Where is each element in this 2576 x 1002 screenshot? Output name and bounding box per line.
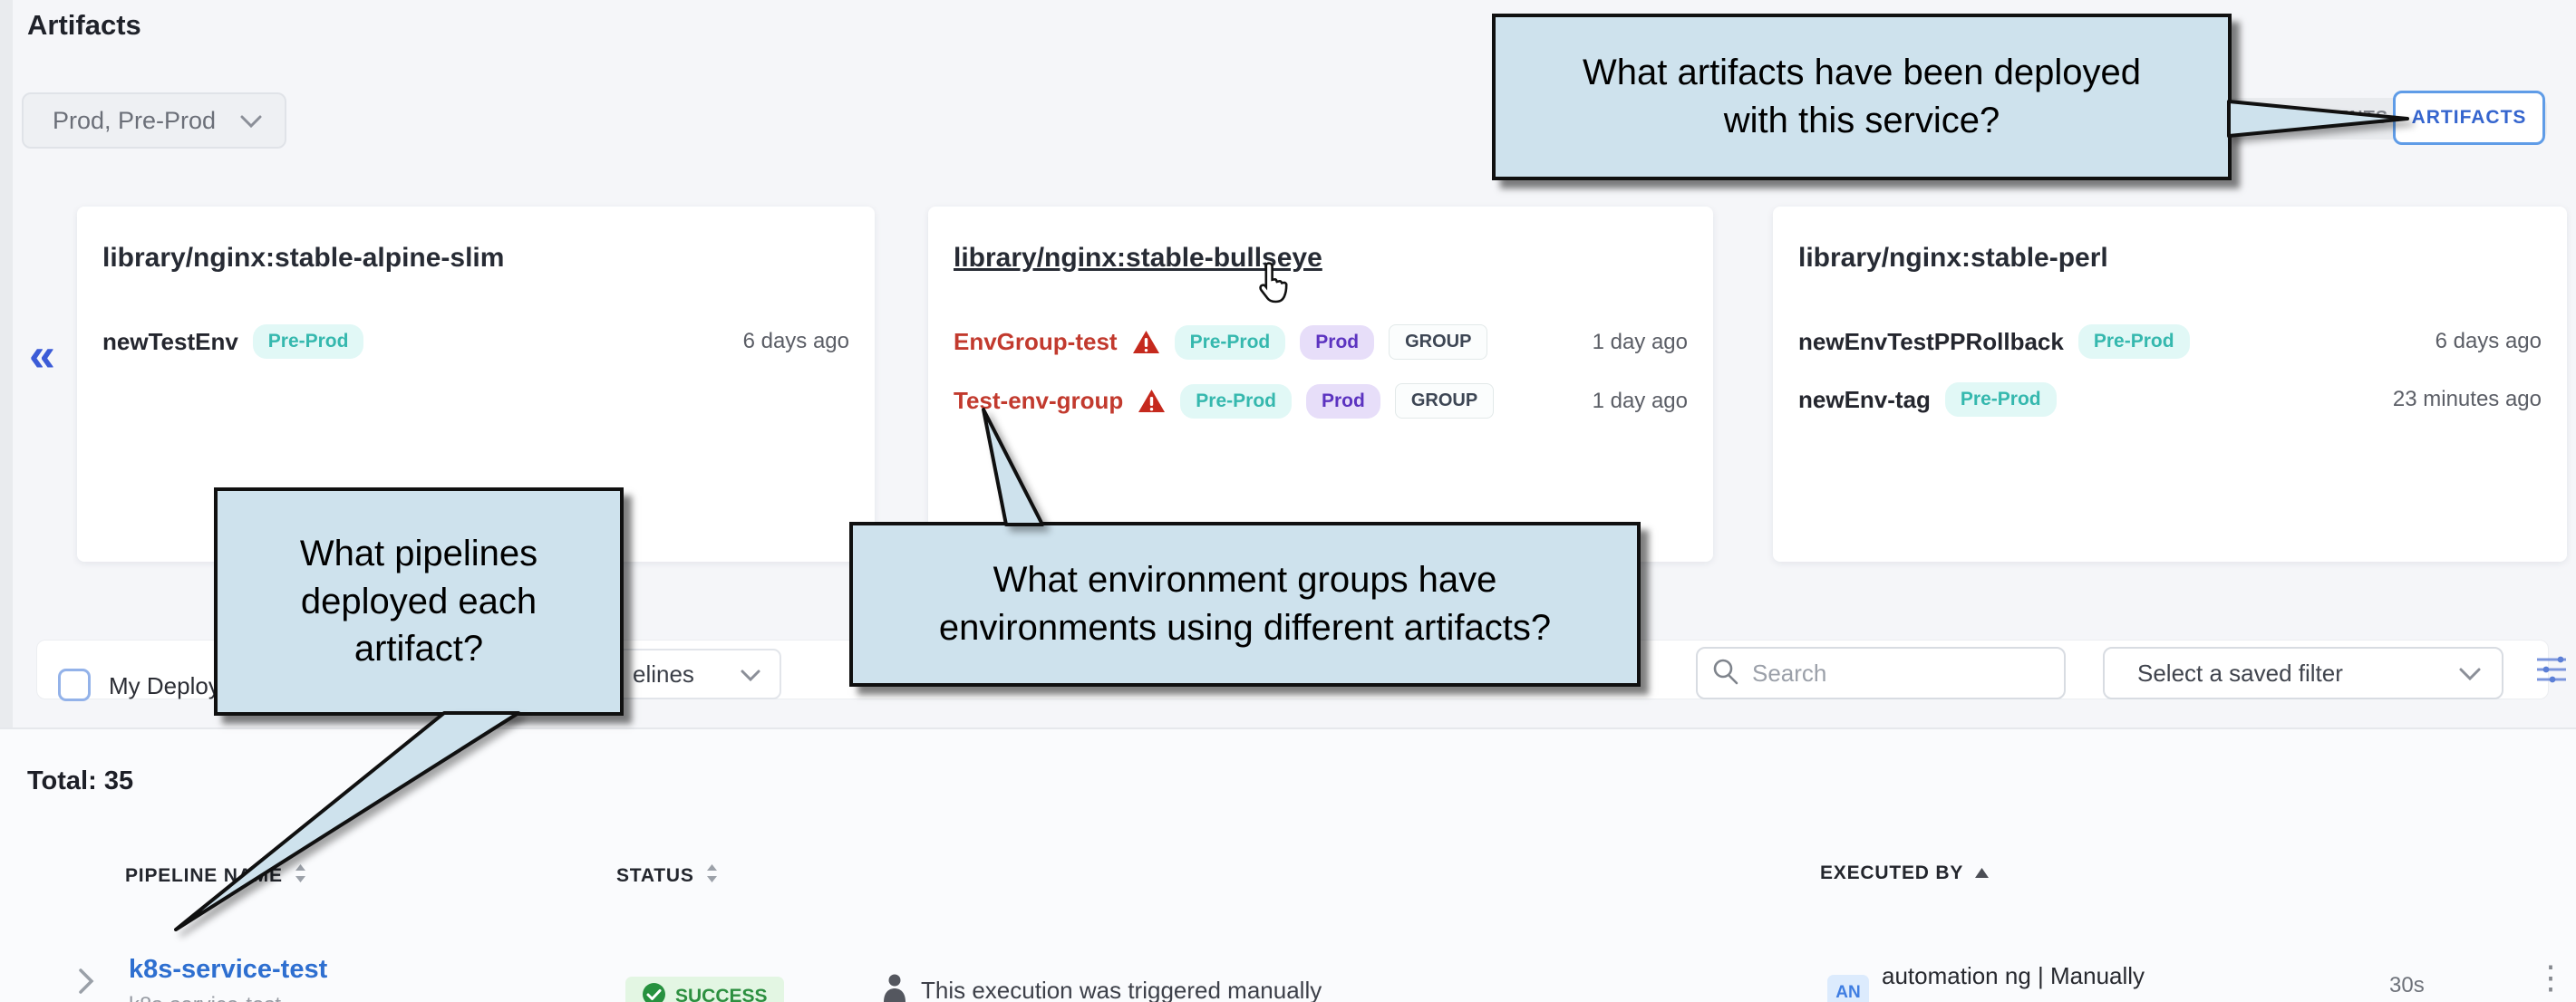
saved-filter-value: Select a saved filter: [2137, 660, 2343, 688]
column-header-executed-by[interactable]: EXECUTED BY: [1820, 862, 1990, 884]
status-badge: SUCCESS: [625, 977, 784, 1002]
sort-asc-icon: [1974, 862, 1990, 884]
callout-text: What environment groups have: [993, 556, 1497, 604]
prod-badge: Prod: [1306, 384, 1380, 419]
executions-section: [0, 727, 2576, 1002]
callout-text: deployed each: [301, 578, 537, 626]
preprod-badge: Pre-Prod: [1945, 382, 2057, 417]
environment-row[interactable]: newTestEnv Pre-Prod 6 days ago: [102, 324, 849, 359]
preprod-badge: Pre-Prod: [1180, 384, 1292, 419]
tab-environments[interactable]: ENVIRONMENTS: [2232, 108, 2388, 129]
trigger-text: This execution was triggered manually: [921, 977, 1322, 1002]
collapse-sidebar-icon[interactable]: «: [29, 328, 55, 382]
callout-text: What artifacts have been deployed: [1583, 49, 2141, 97]
total-count: Total: 35: [27, 766, 133, 796]
warning-icon: [1132, 330, 1160, 355]
callout-artifacts-question: What artifacts have been deployed with t…: [1492, 14, 2232, 180]
artifact-title: library/nginx:stable-perl: [1798, 243, 2542, 274]
deploy-time: 23 minutes ago: [2393, 387, 2542, 412]
environment-row[interactable]: newEnvTestPPRollback Pre-Prod 6 days ago: [1798, 324, 2542, 359]
deploy-time: 1 day ago: [1593, 389, 1688, 414]
row-expand-chevron[interactable]: [76, 966, 96, 1001]
environment-group-name: Test-env-group: [954, 387, 1123, 415]
artifact-card: library/nginx:stable-perl newEnvTestPPRo…: [1773, 207, 2567, 562]
preprod-badge: Pre-Prod: [1175, 325, 1286, 360]
tab-artifacts[interactable]: ARTIFACTS: [2393, 91, 2545, 145]
person-icon: [881, 973, 908, 1002]
callout-text: environments using different artifacts?: [939, 604, 1551, 652]
environment-row[interactable]: EnvGroup-test Pre-Prod Prod GROUP 1 day …: [954, 324, 1688, 360]
status-label: SUCCESS: [675, 986, 768, 1002]
search-icon: [1712, 658, 1739, 689]
environment-name: newEnv-tag: [1798, 386, 1931, 414]
column-header-label: STATUS: [616, 865, 694, 887]
trigger-info: This execution was triggered manually: [881, 973, 1322, 1002]
artifact-title: library/nginx:stable-alpine-slim: [102, 243, 849, 274]
callout-text: artifact?: [354, 625, 483, 673]
chevron-down-icon: [239, 107, 263, 135]
saved-filter-dropdown[interactable]: Select a saved filter: [2103, 647, 2503, 699]
pipeline-id: k8s-service-test: [129, 993, 281, 1002]
duration-text: 30s: [2389, 973, 2425, 998]
callout-pipelines-question: What pipelines deployed each artifact?: [214, 487, 624, 716]
hand-cursor-icon: [1249, 261, 1293, 313]
prod-badge: Prod: [1300, 325, 1374, 360]
executed-by-text: automation ng | Manually: [1882, 962, 2145, 990]
environment-group-name: EnvGroup-test: [954, 328, 1118, 356]
artifact-title-link[interactable]: library/nginx:stable-bullseye: [954, 243, 1688, 274]
kebab-menu-icon[interactable]: ⋮: [2534, 959, 2567, 997]
environment-scope-value: Prod, Pre-Prod: [53, 107, 216, 135]
pipelines-dropdown-value: elines: [633, 660, 694, 689]
group-badge: GROUP: [1395, 383, 1494, 419]
callout-env-groups-question: What environment groups have environment…: [849, 522, 1641, 687]
artifact-card: library/nginx:stable-bullseye EnvGroup-t…: [928, 207, 1713, 562]
avatar: AN: [1827, 975, 1869, 1002]
preprod-badge: Pre-Prod: [253, 324, 364, 359]
page-title: Artifacts: [27, 9, 141, 42]
environment-scope-dropdown[interactable]: Prod, Pre-Prod: [22, 92, 286, 149]
sort-icon: [705, 862, 719, 890]
search-box: [1696, 647, 2066, 699]
filter-sliders-icon[interactable]: [2536, 654, 2567, 691]
search-input[interactable]: [1752, 660, 2024, 688]
column-header-label: EXECUTED BY: [1820, 862, 1963, 884]
column-header-status[interactable]: STATUS: [616, 862, 719, 890]
deploy-time: 6 days ago: [743, 329, 849, 354]
chevron-down-icon: [740, 660, 761, 689]
callout-text: with this service?: [1724, 97, 2000, 145]
sort-icon: [294, 862, 307, 890]
environment-name: newEnvTestPPRollback: [1798, 328, 2064, 356]
callout-text: What pipelines: [300, 530, 537, 578]
success-check-icon: [642, 982, 666, 1002]
environment-name: newTestEnv: [102, 328, 238, 356]
artifacts-page: Artifacts Prod, Pre-Prod ENVIRONMENTS AR…: [0, 0, 2576, 1002]
deploy-time: 1 day ago: [1593, 330, 1688, 355]
environment-row[interactable]: newEnv-tag Pre-Prod 23 minutes ago: [1798, 382, 2542, 417]
pipeline-name-link[interactable]: k8s-service-test: [129, 955, 327, 985]
chevron-down-icon: [2458, 660, 2482, 688]
environment-row[interactable]: Test-env-group Pre-Prod Prod GROUP 1 day…: [954, 383, 1688, 419]
warning-icon: [1138, 389, 1166, 414]
column-header-label: PIPELINE NAME: [125, 865, 283, 887]
preprod-badge: Pre-Prod: [2078, 324, 2190, 359]
deploy-time: 6 days ago: [2436, 329, 2542, 354]
my-deployments-checkbox[interactable]: [58, 669, 91, 701]
column-header-pipeline-name[interactable]: PIPELINE NAME: [125, 862, 307, 890]
group-badge: GROUP: [1389, 324, 1487, 360]
